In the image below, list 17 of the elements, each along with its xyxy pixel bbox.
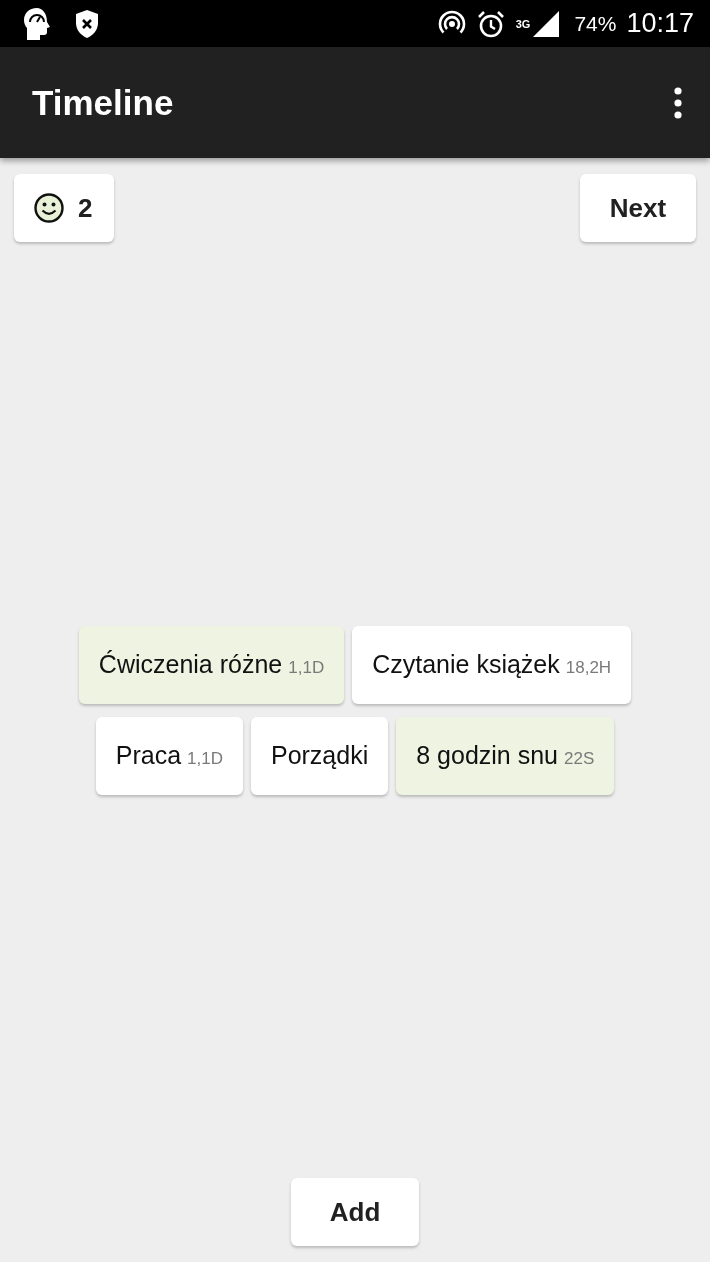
network-type-label: 3G <box>515 18 531 30</box>
app-bar-title: Timeline <box>32 85 174 120</box>
signal-icon <box>532 9 561 38</box>
next-button[interactable]: Next <box>580 174 696 242</box>
head-gauge-icon <box>22 6 52 41</box>
more-options-icon[interactable] <box>674 86 682 119</box>
activity-chip[interactable]: Praca 1,1D <box>95 716 243 795</box>
battery-percent: 74% <box>574 13 617 34</box>
mood-count-button[interactable]: 2 <box>14 174 114 242</box>
activity-chip[interactable]: Ćwiczenia różne 1,1D <box>78 625 345 704</box>
activity-chip[interactable]: Czytanie książek 18,2H <box>352 625 632 704</box>
clock-time: 10:17 <box>626 10 694 37</box>
shield-x-icon <box>74 8 100 39</box>
smiley-icon <box>34 193 64 223</box>
add-button[interactable]: Add <box>291 1178 419 1246</box>
activity-chip[interactable]: Porządki <box>250 716 389 795</box>
activity-chip[interactable]: 8 godzin snu 22S <box>396 716 615 795</box>
